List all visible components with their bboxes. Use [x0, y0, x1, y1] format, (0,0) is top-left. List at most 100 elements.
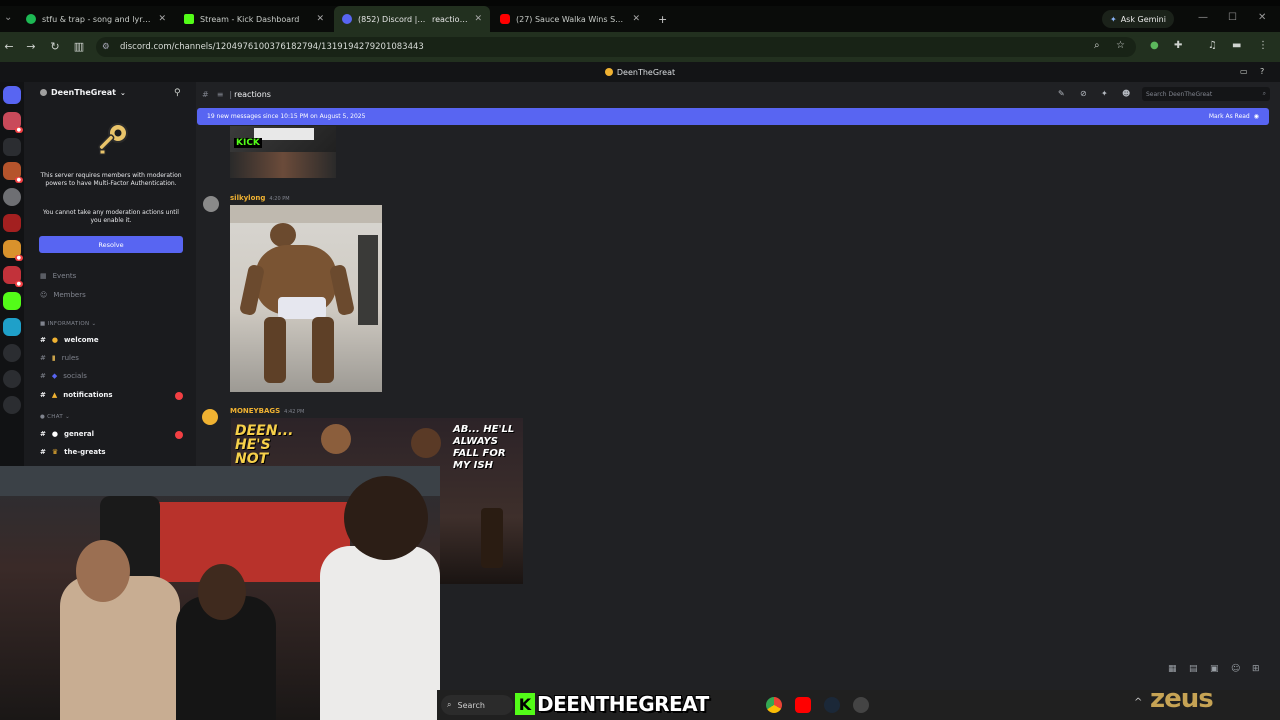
close-icon[interactable]: ✕ — [632, 14, 640, 24]
bell-icon: ▲ — [51, 391, 58, 399]
crown-icon: ♛ — [51, 448, 59, 456]
channel-welcome[interactable]: # ● welcome — [40, 336, 99, 344]
kick-logo-icon: K — [515, 693, 535, 715]
back-arrow-icon[interactable]: ← — [2, 40, 16, 53]
webcam-overlay — [0, 466, 440, 720]
server-item[interactable] — [3, 188, 21, 206]
mark-read-icon: ◉ — [1253, 113, 1259, 120]
kick-icon — [184, 14, 194, 24]
new-tab-button[interactable]: + — [650, 6, 672, 32]
message-attachment-image[interactable]: KICK — [230, 126, 336, 178]
sidebar-item-events[interactable]: ▦ Events — [40, 272, 76, 280]
emoji-icon[interactable]: ☺ — [1231, 664, 1240, 674]
extension-icon[interactable]: ● — [1150, 40, 1159, 51]
extensions-puzzle-icon[interactable]: ✚ — [1174, 40, 1182, 51]
invite-icon[interactable]: ⚲ — [174, 88, 181, 98]
download-icon[interactable] — [3, 396, 21, 414]
server-item[interactable]: ● — [3, 266, 23, 287]
mfa-notice-secondary: You cannot take any moderation actions u… — [43, 209, 179, 224]
close-icon[interactable]: ✕ — [158, 14, 166, 24]
avatar[interactable] — [203, 196, 219, 212]
server-item[interactable]: ● — [3, 162, 23, 183]
menu-icon[interactable]: ⋮ — [1258, 40, 1268, 51]
steam-icon[interactable] — [824, 697, 840, 713]
gif-icon[interactable]: ▤ — [1189, 664, 1198, 674]
close-icon[interactable]: ✕ — [316, 14, 324, 24]
message-attachment-image[interactable] — [230, 205, 382, 392]
server-item[interactable]: ● — [3, 112, 23, 133]
tab-kick-dashboard[interactable]: Stream - Kick Dashboard ✕ — [176, 6, 332, 32]
channel-the-greats[interactable]: # ♛ the-greats — [40, 448, 106, 456]
site-info-icon[interactable]: ⚙ — [102, 42, 110, 52]
pin-icon[interactable]: ✦ — [1101, 89, 1108, 98]
app-icon[interactable] — [853, 697, 869, 713]
link-icon: ◆ — [51, 372, 58, 380]
search-input[interactable]: Search DeenTheGreat ⌕ — [1142, 87, 1270, 101]
channel-socials[interactable]: # ◆ socials — [40, 372, 87, 380]
mute-icon[interactable]: ⊘ — [1080, 89, 1087, 98]
gift-icon[interactable]: ▦ — [1168, 664, 1177, 674]
chevron-up-icon[interactable]: ^ — [1134, 697, 1142, 708]
forward-arrow-icon[interactable]: → — [24, 40, 38, 53]
new-messages-banner[interactable]: 19 new messages since 10:15 PM on August… — [197, 108, 1269, 125]
profile-icon[interactable]: ▬ — [1232, 40, 1241, 51]
chrome-icon[interactable] — [766, 697, 782, 713]
youtube-icon — [500, 14, 510, 24]
server-item[interactable] — [3, 214, 21, 232]
apps-icon[interactable]: ⊞ — [1252, 664, 1260, 674]
tab-youtube[interactable]: (27) Sauce Walka Wins Sparring ✕ — [492, 6, 648, 32]
minimize-icon[interactable]: — — [1198, 12, 1208, 23]
sticker-icon[interactable]: ▣ — [1210, 664, 1219, 674]
reload-icon[interactable]: ↻ — [48, 40, 62, 53]
unread-badge — [175, 431, 183, 439]
help-icon[interactable]: ? — [1260, 67, 1264, 76]
resolve-button[interactable]: Resolve — [39, 236, 183, 253]
chevron-down-icon: ⌄ — [119, 88, 126, 97]
hash-icon: # — [202, 89, 209, 99]
hash-icon: # — [40, 372, 46, 380]
server-icon — [40, 89, 47, 96]
close-icon[interactable]: ✕ — [474, 14, 482, 24]
category-information[interactable]: ■ INFORMATION ⌄ — [40, 321, 96, 327]
taskbar-search[interactable]: ⌕ Search — [441, 695, 513, 715]
media-icon[interactable]: ♫ — [1208, 40, 1217, 51]
ask-gemini-button[interactable]: ✦ Ask Gemini — [1102, 10, 1174, 28]
server-item[interactable] — [3, 138, 21, 156]
message-author[interactable]: silkylong 4:20 PM — [230, 194, 290, 202]
search-icon[interactable]: ⌕ — [1094, 40, 1100, 51]
category-chat[interactable]: ● CHAT ⌄ — [40, 414, 70, 420]
window-close-icon[interactable]: ✕ — [1258, 12, 1266, 23]
server-item[interactable] — [3, 318, 21, 336]
channel-notifications[interactable]: # ▲ notifications — [40, 391, 113, 399]
server-name-header[interactable]: DeenTheGreat ⌄ — [40, 88, 126, 97]
channel-general[interactable]: # ● general — [40, 430, 94, 438]
tab-spotify[interactable]: stfu & trap - song and lyrics by ✕ — [18, 6, 174, 32]
server-item[interactable]: ● — [3, 240, 23, 261]
explore-icon[interactable] — [3, 370, 21, 388]
members-icon: ☺ — [40, 291, 48, 299]
tab-discord[interactable]: (852) Discord | # reactions ✕ — [334, 6, 490, 32]
maximize-icon[interactable]: ☐ — [1228, 12, 1237, 23]
threads-button-icon[interactable]: ✎ — [1058, 89, 1065, 98]
sidebar-item-members[interactable]: ☺ Members — [40, 291, 86, 299]
member-list-icon[interactable]: ☻ — [1122, 89, 1130, 98]
channel-rules[interactable]: # ▮ rules — [40, 354, 79, 362]
star-icon[interactable]: ☆ — [1116, 40, 1125, 51]
scroll-icon: ▮ — [51, 354, 56, 362]
stream-name-overlay: K DEENTHEGREAT — [515, 690, 709, 718]
server-item-home[interactable] — [3, 86, 21, 104]
message-author[interactable]: MONEYBAGS 4:42 PM — [230, 407, 304, 415]
youtube-icon[interactable] — [795, 697, 811, 713]
url-bar[interactable]: ⚙ discord.com/channels/12049761003761827… — [96, 37, 1136, 57]
hash-icon: # — [40, 391, 46, 399]
channel-name: reactions — [234, 89, 271, 99]
server-item-kick[interactable] — [3, 292, 21, 310]
mark-as-read-button[interactable]: Mark As Read ◉ — [1209, 113, 1259, 120]
mfa-notice: This server requires members with modera… — [40, 172, 182, 187]
avatar[interactable] — [202, 409, 218, 425]
inbox-icon[interactable]: ▭ — [1240, 67, 1248, 76]
add-server-icon[interactable] — [3, 344, 21, 362]
hash-icon: # — [40, 448, 46, 456]
tab-search-icon[interactable]: ⌄ — [4, 12, 12, 23]
side-panel-icon[interactable]: ▥ — [72, 40, 86, 53]
